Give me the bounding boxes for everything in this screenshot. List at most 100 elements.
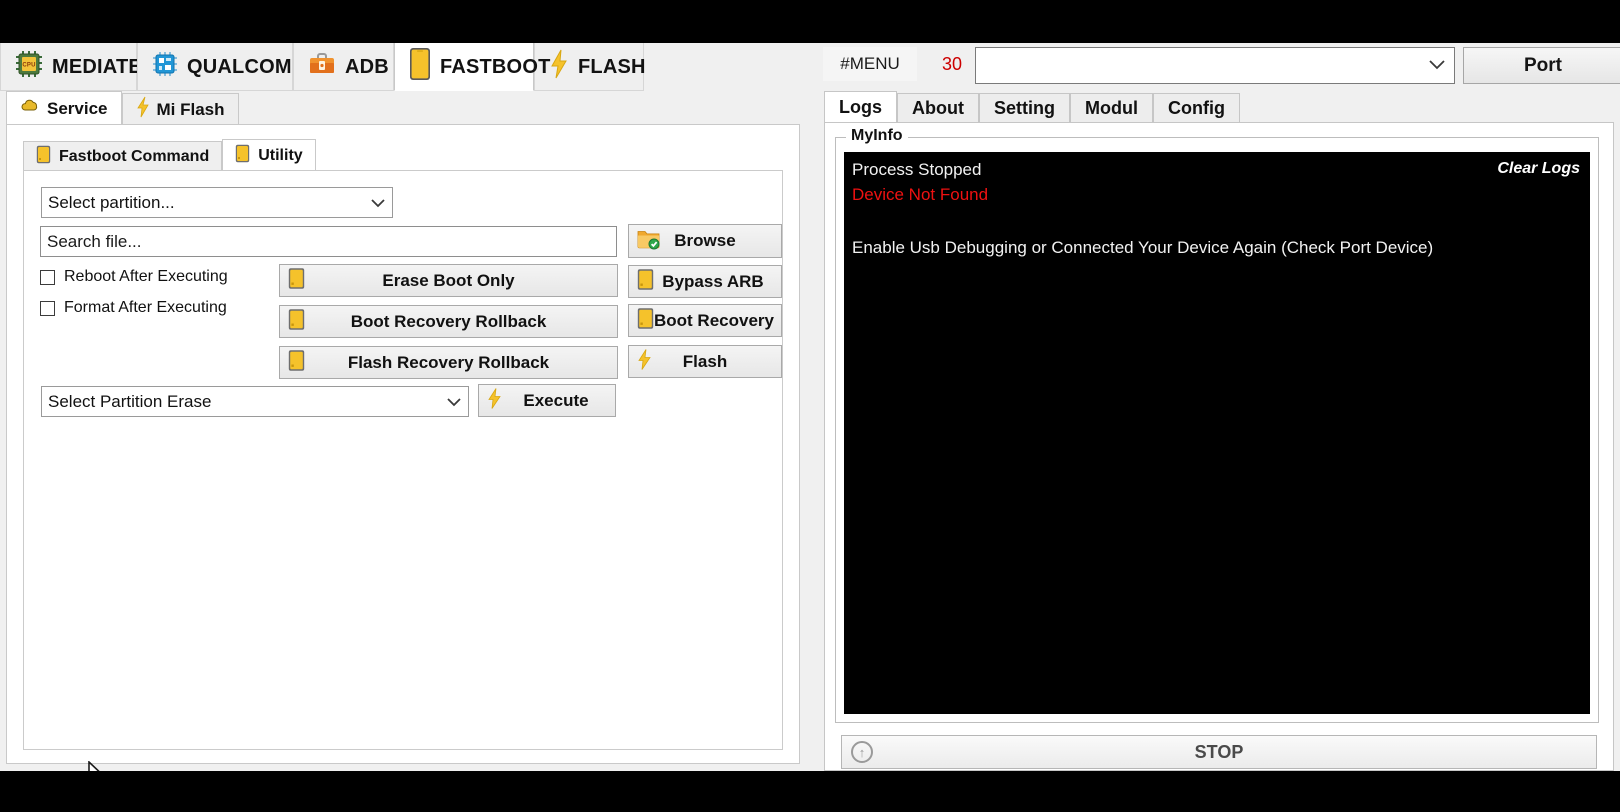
- tab-utility[interactable]: Utility: [222, 139, 316, 171]
- tab-label: Config: [1167, 98, 1225, 118]
- menu-button-label: #MENU: [840, 54, 900, 73]
- phone-icon: [637, 268, 654, 295]
- reboot-after-executing-checkbox[interactable]: Reboot After Executing: [40, 268, 228, 286]
- tab-label: Service: [47, 98, 108, 118]
- chevron-down-icon: [1424, 57, 1450, 75]
- flash-button[interactable]: Flash: [628, 345, 782, 378]
- execute-button[interactable]: Execute: [478, 384, 616, 417]
- myinfo-group: MyInfo Clear Logs Process Stopped Device…: [835, 127, 1599, 723]
- tab-label: Fastboot Command: [59, 147, 210, 165]
- log-line: Enable Usb Debugging or Connected Your D…: [852, 238, 1434, 257]
- phone-icon: [288, 267, 305, 294]
- lightning-icon: [136, 96, 150, 123]
- flash-label: Flash: [682, 351, 728, 371]
- tab-logs[interactable]: Logs: [824, 91, 897, 123]
- up-arrow-circle-icon: ↑: [851, 741, 873, 763]
- boot-recovery-rollback-label: Boot Recovery Rollback: [350, 311, 547, 331]
- log-line: Device Not Found: [852, 185, 989, 204]
- tab-about[interactable]: About: [897, 93, 979, 123]
- chevron-down-icon: [444, 392, 464, 412]
- execute-label: Execute: [523, 390, 589, 410]
- chip-blue-icon: [152, 51, 178, 83]
- erase-boot-only-label: Erase Boot Only: [382, 270, 515, 290]
- partition-select-value: Select partition...: [48, 192, 175, 212]
- tab-label: Modul: [1084, 98, 1138, 118]
- search-file-value: Search file...: [47, 231, 142, 251]
- partition-erase-select[interactable]: Select Partition Erase: [41, 386, 469, 417]
- stop-button[interactable]: ↑ STOP: [841, 735, 1597, 769]
- service-panel: Fastboot Command Utility Select partitio…: [6, 124, 800, 764]
- platform-tab-fastboot[interactable]: FASTBOOT: [394, 43, 550, 91]
- cloud-icon: [20, 98, 40, 119]
- stop-button-label: STOP: [1194, 741, 1244, 762]
- platform-tab-qualcomm[interactable]: QUALCOMM: [137, 43, 308, 91]
- tab-label: Utility: [258, 146, 303, 164]
- utility-tab-strip: Fastboot Command Utility: [23, 139, 316, 171]
- phone-icon: [288, 308, 305, 335]
- phone-icon: [637, 307, 654, 334]
- platform-tab-label: FASTBOOT: [440, 55, 551, 78]
- clear-logs-link[interactable]: Clear Logs: [1497, 160, 1580, 178]
- phone-icon: [235, 144, 250, 168]
- log-line: Process Stopped: [852, 160, 982, 179]
- tab-fastboot-command[interactable]: Fastboot Command: [23, 141, 223, 171]
- port-button[interactable]: Port: [1463, 47, 1620, 84]
- checkbox-label: Format After Executing: [64, 299, 227, 316]
- tab-config[interactable]: Config: [1152, 93, 1240, 123]
- platform-tab-label: ADB: [345, 55, 389, 78]
- phone-icon: [36, 145, 51, 169]
- tab-label: Mi Flash: [156, 99, 225, 119]
- log-output[interactable]: Clear Logs Process Stopped Device Not Fo…: [844, 152, 1590, 714]
- folder-check-icon: [637, 228, 661, 255]
- browse-button[interactable]: Browse: [628, 224, 782, 258]
- menu-row: #MENU 30 Port: [812, 43, 1620, 91]
- mouse-cursor: [88, 760, 110, 771]
- svg-text:CPU: CPU: [22, 62, 35, 68]
- checkbox-box: [40, 300, 55, 316]
- boot-recovery-rollback-button[interactable]: Boot Recovery Rollback: [279, 305, 618, 338]
- boot-recovery-button[interactable]: Boot Recovery: [628, 304, 782, 337]
- lightning-icon: [487, 387, 502, 414]
- right-tab-strip: Logs About Setting Modul Config: [824, 91, 1240, 123]
- tab-modul[interactable]: Modul: [1069, 93, 1153, 123]
- erase-boot-only-button[interactable]: Erase Boot Only: [279, 264, 618, 297]
- tab-service[interactable]: Service: [6, 91, 122, 125]
- flash-recovery-rollback-label: Flash Recovery Rollback: [347, 352, 550, 372]
- service-tab-strip: Service Mi Flash: [6, 91, 239, 125]
- checkbox-label: Reboot After Executing: [64, 268, 228, 285]
- menu-button[interactable]: #MENU: [823, 47, 917, 81]
- partition-select[interactable]: Select partition...: [41, 187, 393, 218]
- bypass-arb-button[interactable]: Bypass ARB: [628, 265, 782, 298]
- platform-tab-flash[interactable]: FLASH: [534, 43, 646, 91]
- phone-icon: [288, 349, 305, 376]
- boot-recovery-label: Boot Recovery: [654, 310, 774, 330]
- port-button-label: Port: [1524, 54, 1562, 76]
- tab-setting[interactable]: Setting: [978, 93, 1070, 123]
- lightning-icon: [637, 348, 652, 375]
- app-window: CPU MEDIATEK QUALCOMM ADB FASTBOOT FLASH…: [0, 43, 1620, 771]
- format-after-executing-checkbox[interactable]: Format After Executing: [40, 299, 227, 317]
- lightning-icon: [549, 49, 569, 85]
- partition-erase-value: Select Partition Erase: [48, 391, 212, 411]
- menu-count-value: 30: [941, 53, 963, 74]
- phone-icon: [409, 47, 431, 87]
- platform-tab-adb[interactable]: ADB: [293, 43, 394, 91]
- myinfo-group-title: MyInfo: [846, 127, 908, 145]
- platform-tab-mediatek[interactable]: CPU MEDIATEK: [0, 43, 156, 91]
- tab-label: About: [912, 98, 964, 118]
- bypass-arb-label: Bypass ARB: [662, 271, 764, 291]
- browse-label: Browse: [674, 231, 736, 250]
- utility-panel: Select partition... Search file... Brows…: [23, 170, 783, 750]
- tab-label: Logs: [839, 97, 882, 117]
- platform-tab-label: FLASH: [578, 55, 646, 78]
- platform-tab-label: QUALCOMM: [187, 55, 309, 78]
- port-select[interactable]: [975, 47, 1455, 84]
- flash-recovery-rollback-button[interactable]: Flash Recovery Rollback: [279, 346, 618, 379]
- left-pane: Service Mi Flash Fastboot Command Utilit…: [0, 91, 806, 771]
- tab-label: Setting: [993, 98, 1055, 118]
- cpu-chip-icon: CPU: [15, 50, 43, 84]
- tab-mi-flash[interactable]: Mi Flash: [121, 93, 239, 125]
- right-pane: #MENU 30 Port Logs About Setting Modul C…: [812, 43, 1620, 771]
- menu-count-badge: 30: [932, 47, 972, 81]
- search-file-input[interactable]: Search file...: [40, 226, 617, 257]
